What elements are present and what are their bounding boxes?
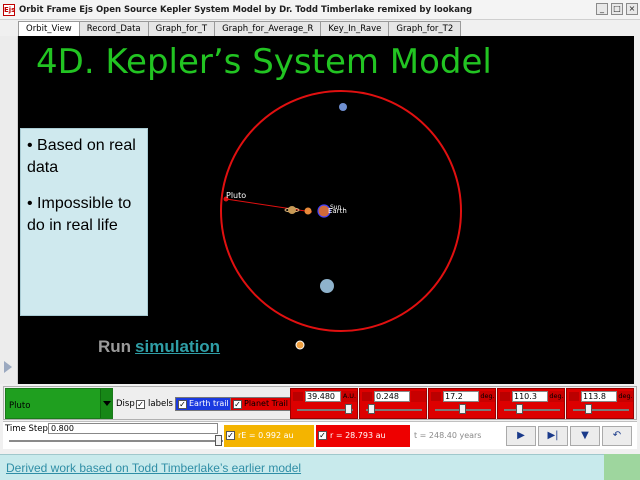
semimajor-axis-unit: A.U. [342,391,357,402]
tab-graph-for-t[interactable]: Graph_for_T [147,21,216,36]
inclination-input[interactable]: 17.2 [443,391,479,402]
maximize-button[interactable]: □ [611,3,623,15]
simulation-link[interactable]: simulation [135,337,220,356]
jupiter-planet [304,207,312,215]
eccentricity-slider-thumb[interactable] [368,404,375,414]
earth-distance-text: rE = 0.992 au [238,431,294,440]
perihelion-angle-slider-thumb[interactable] [585,404,592,414]
labels-checkbox[interactable]: ✓ [136,400,145,409]
saturn-planet [288,206,296,214]
app-root: Ejs Orbit Frame Ejs Open Source Kepler S… [0,0,640,480]
window-controls: _ □ × [596,3,638,15]
eccentricity-unit [411,391,426,402]
tab-graph-for-t2[interactable]: Graph_for_T2 [388,21,462,36]
labels-checkbox-label: labels [148,399,173,409]
pause-button[interactable]: ▼ [570,426,600,446]
play-button[interactable]: ▶ [506,426,536,446]
earth-trail-toggle[interactable]: ✓ Earth trail [175,397,233,411]
reset-button[interactable]: ↶ [602,426,632,446]
inclination-slider-thumb[interactable] [459,404,466,414]
param-tag [569,392,579,401]
param-tag [293,392,303,401]
time-step-slider-track [9,440,223,442]
close-button[interactable]: × [626,3,638,15]
app-icon: Ejs [3,3,16,16]
outer-planet-orange [295,340,305,350]
banner-tail [604,454,640,480]
bullet-real-data: • Based on real data [27,137,136,176]
planet-select[interactable]: Pluto [5,388,113,419]
pluto-label: Pluto [226,191,246,200]
credit-link[interactable]: Derived work based on Todd Timberlake’s … [6,461,301,475]
outer-planet-blue [339,103,347,111]
perihelion-angle-input[interactable]: 113.8 [581,391,617,402]
earth-distance-checkbox[interactable]: ✓ [226,431,235,440]
semimajor-axis-input[interactable]: 39.480 [305,391,341,402]
chevron-down-icon[interactable] [100,389,112,418]
perihelion-angle-slider-track [573,409,629,411]
time-step-row: Time Step: 0.800 ✓ rE = 0.992 au ✓ r = 28.… [3,421,637,449]
bullet-impossible: • Impossible to do in real life [27,195,132,234]
earth-distance-readout: ✓ rE = 0.992 au [224,425,314,447]
param-tag [362,392,372,401]
bullet-box: • Based on real data • Impossible to do … [20,128,148,316]
planet-distance-text: r = 28.793 au [330,431,386,440]
tab-key-in-rave[interactable]: Key_In_Rave [320,21,390,36]
node-angle-input[interactable]: 110.3 [512,391,548,402]
node-angle-unit: deg. [549,391,564,402]
credit-banner: Derived work based on Todd Timberlake’s … [0,454,604,480]
orbit-view-canvas[interactable]: Pluto Earth Sun 4D. Kepler’s System Mode… [18,36,634,384]
planet-distance-readout: ✓ r = 28.793 au [316,425,410,447]
earth-trail-checkbox[interactable]: ✓ [178,400,187,409]
param-tag [431,392,441,401]
eccentricity-input[interactable]: 0.248 [374,391,410,402]
planet-trail-toggle[interactable]: ✓ Planet Trail [230,397,292,411]
left-strip [0,36,18,384]
slide-heading: 4D. Kepler’s System Model [36,42,492,82]
window-titlebar: Ejs Orbit Frame Ejs Open Source Kepler S… [0,0,640,20]
time-step-input[interactable]: 0.800 [48,423,218,434]
window-title: Orbit Frame Ejs Open Source Kepler Syste… [19,4,473,15]
run-simulation-row: Run simulation [98,337,220,357]
param-eccentricity: 0.248 [359,388,427,419]
param-inclination: 17.2 deg. [428,388,496,419]
time-step-slider-thumb[interactable] [215,435,222,446]
node-angle-slider-track [504,409,560,411]
time-readout: t = 248.40 years [412,425,504,447]
expand-arrow-icon[interactable] [4,361,12,373]
semimajor-axis-slider-thumb[interactable] [345,404,352,414]
param-tag [500,392,510,401]
disp-label: Disp [116,399,135,409]
planet-distance-checkbox[interactable]: ✓ [318,431,327,440]
time-readout-text: t = 248.40 years [414,431,482,440]
sun-label: Sun [330,204,342,211]
time-step-label: Time Step: [5,424,51,434]
outer-planet-cyan [320,279,334,293]
tab-graph-for-average-r[interactable]: Graph_for_Average_R [214,21,322,36]
param-semimajor-axis: 39.480 A.U. [290,388,358,419]
tab-orbit-view[interactable]: Orbit_View [18,21,80,36]
perihelion-angle-unit: deg. [618,391,633,402]
planet-select-value: Pluto [9,401,31,411]
planet-trail-label: Planet Trail [244,399,288,408]
param-node-angle: 110.3 deg. [497,388,565,419]
run-text: Run [98,337,132,356]
param-perihelion-angle: 113.8 deg. [566,388,634,419]
control-panel: Pluto Disp ✓ labels ✓ Earth trail ✓ Planet… [3,386,637,420]
node-angle-slider-thumb[interactable] [516,404,523,414]
inclination-unit: deg. [480,391,495,402]
earth-trail-label: Earth trail [189,399,229,408]
minimize-button[interactable]: _ [596,3,608,15]
step-button[interactable]: ▶| [538,426,568,446]
tab-record-data[interactable]: Record_Data [78,21,149,36]
planet-trail-checkbox[interactable]: ✓ [233,400,242,409]
tab-bar: Orbit_View Record_Data Graph_for_T Graph… [18,21,462,36]
